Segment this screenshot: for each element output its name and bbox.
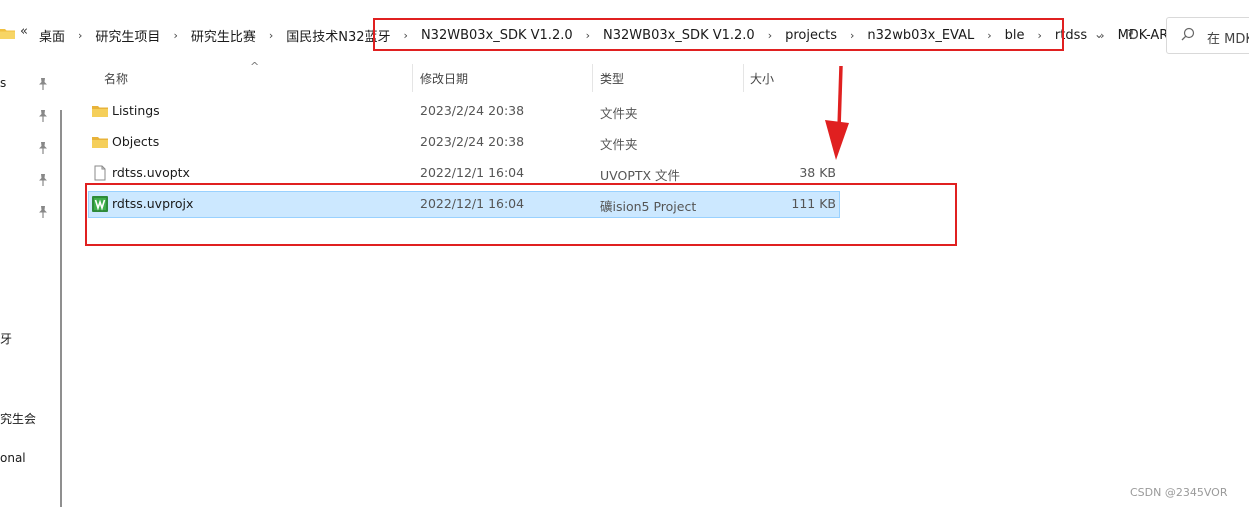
pin-icon[interactable] [38,78,48,90]
file-name[interactable]: rdtss.uvoptx [112,165,190,180]
navigation-pane: s 牙 究生会 onal [0,56,63,507]
file-name[interactable]: rdtss.uvprojx [112,196,193,211]
breadcrumb-item[interactable]: rtdss [1054,28,1088,43]
file-modified: 2022/12/1 16:04 [420,165,525,180]
file-name[interactable]: Objects [112,134,159,149]
chevron-right-icon[interactable]: › [66,29,94,42]
chevron-right-icon[interactable]: › [392,29,420,42]
breadcrumb-item[interactable]: projects [784,28,838,43]
refresh-icon[interactable]: ↻ [1127,26,1140,44]
chevron-right-icon[interactable]: › [574,29,602,42]
file-type: UVOPTX 文件 [600,168,681,183]
file-row-selected[interactable]: rdtss.uvprojx 2022/12/1 16:04 礦ision5 Pr… [88,191,840,218]
file-modified: 2023/2/24 20:38 [420,134,525,149]
breadcrumb-item[interactable]: ble [1004,28,1026,43]
search-icon [1181,27,1195,41]
search-input[interactable]: 在 MDK [1166,17,1249,54]
search-placeholder: 在 MDK [1207,32,1249,47]
folder-icon [92,106,108,117]
folder-icon [0,29,15,39]
file-modified: 2023/2/24 20:38 [420,103,525,118]
nav-item-label[interactable]: 牙 [0,330,12,347]
breadcrumb: 桌面 › 研究生项目 › 研究生比赛 › 国民技术N32蓝牙 › N32WB03… [38,16,1181,54]
pin-icon[interactable] [38,206,48,218]
file-row[interactable]: Listings 2023/2/24 20:38 文件夹 [88,98,840,125]
file-size: 111 KB [791,196,836,211]
chevron-right-icon[interactable]: › [975,29,1003,42]
file-type: 文件夹 [600,106,638,121]
nav-scrollbar[interactable] [60,110,62,507]
breadcrumb-item[interactable]: N32WB03x_SDK V1.2.0 [420,28,574,43]
file-modified: 2022/12/1 16:04 [420,196,525,211]
column-header-type[interactable]: 类型 [600,70,624,87]
uvision-project-icon [92,196,108,212]
breadcrumb-item[interactable]: n32wb03x_EVAL [866,28,975,43]
breadcrumb-overflow-button[interactable]: « [20,24,28,39]
breadcrumb-item[interactable]: 国民技术N32蓝牙 [285,26,391,45]
breadcrumb-item[interactable]: N32WB03x_SDK V1.2.0 [602,28,756,43]
chevron-right-icon[interactable]: › [1026,29,1054,42]
file-row[interactable]: Objects 2023/2/24 20:38 文件夹 [88,129,840,156]
chevron-right-icon[interactable]: › [838,29,866,42]
pin-icon[interactable] [38,110,48,122]
nav-item-label[interactable]: 究生会 [0,410,36,427]
file-type: 礦ision5 Project [600,199,697,214]
breadcrumb-item[interactable]: 研究生比赛 [190,26,257,45]
pin-icon[interactable] [38,174,48,186]
column-divider[interactable] [743,64,744,92]
chevron-right-icon[interactable]: › [161,29,189,42]
nav-item-label[interactable]: onal [0,451,26,465]
pin-icon[interactable] [38,142,48,154]
nav-item-label[interactable]: s [0,76,6,90]
sort-ascending-icon: ^ [250,60,260,73]
file-size: 38 KB [799,165,836,180]
address-bar[interactable]: « 桌面 › 研究生项目 › 研究生比赛 › 国民技术N32蓝牙 › N32WB… [0,16,1180,54]
chevron-down-icon[interactable]: ⌄ [1094,27,1104,41]
column-divider[interactable] [412,64,413,92]
file-icon [94,165,106,181]
file-name[interactable]: Listings [112,103,160,118]
file-type: 文件夹 [600,137,638,152]
watermark: CSDN @2345VOR [1130,486,1228,499]
column-divider[interactable] [592,64,593,92]
breadcrumb-item[interactable]: 研究生项目 [94,26,161,45]
breadcrumb-item[interactable]: 桌面 [38,26,66,45]
file-row[interactable]: rdtss.uvoptx 2022/12/1 16:04 UVOPTX 文件 3… [88,160,840,187]
column-header-size[interactable]: 大小 [750,70,774,87]
folder-icon [92,137,108,148]
chevron-right-icon[interactable]: › [257,29,285,42]
chevron-right-icon[interactable]: › [756,29,784,42]
column-header-modified[interactable]: 修改日期 [420,70,468,87]
column-header-name[interactable]: 名称 [104,70,128,87]
